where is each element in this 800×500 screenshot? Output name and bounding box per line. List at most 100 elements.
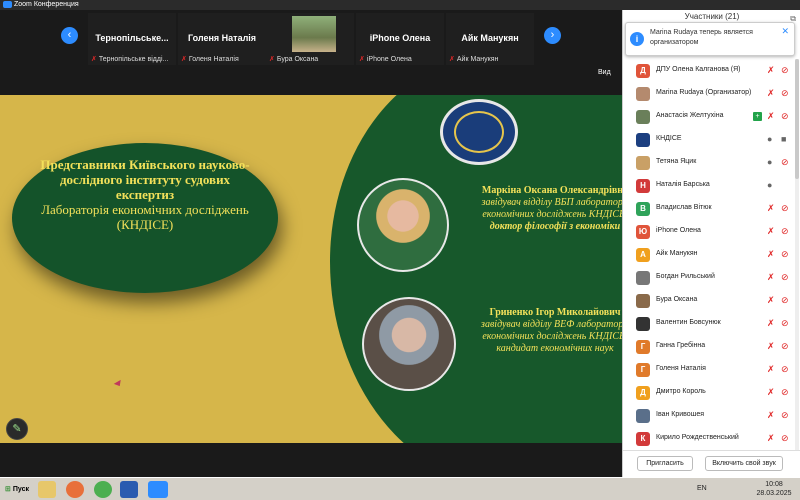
video-tile[interactable]: iPhone Олена ✗ iPhone Олена — [356, 13, 444, 65]
participant-row[interactable]: Г Ганна Гребінна ✗ ⊘ — [623, 335, 800, 358]
participant-row[interactable]: А Айк Манукян ✗ ⊘ — [623, 243, 800, 266]
zoom-app-icon[interactable] — [148, 481, 168, 498]
chrome-icon[interactable] — [94, 481, 112, 498]
participant-row[interactable]: К Кирило Рождественський ✗ ⊘ — [623, 427, 800, 450]
view-menu[interactable]: Вид — [598, 69, 611, 76]
avatar — [636, 110, 650, 124]
video-strip: ‹ Тернопільське... ✗ Тернопільське відді.… — [0, 10, 622, 68]
participant-row[interactable]: В Владислав Вітюк ✗ ⊘ — [623, 197, 800, 220]
participant-name: Наталія Барська — [656, 181, 710, 188]
camera-off-icon: ⊘ — [781, 410, 789, 420]
participant-row[interactable]: Іван Кривошея ✗ ⊘ — [623, 404, 800, 427]
participant-row[interactable]: Marina Rudaya (Организатор) ✗ ⊘ — [623, 82, 800, 105]
mic-muted-icon: ✗ — [767, 318, 775, 328]
speaker-photo — [362, 297, 456, 391]
camera-off-icon: ⊘ — [781, 295, 789, 305]
avatar — [636, 87, 650, 101]
raise-hand-badge: + — [753, 112, 762, 121]
participant-name: Дмитро Король — [656, 388, 706, 395]
tile-name: Айк Манукян — [461, 33, 519, 43]
emblem-ring — [454, 111, 504, 153]
avatar — [636, 409, 650, 423]
host-notification: i Marina Rudaya теперь является организа… — [625, 22, 795, 56]
word-icon[interactable] — [120, 481, 138, 498]
avatar: Ю — [636, 225, 650, 239]
window-titlebar: Zoom Конференция — [0, 0, 800, 10]
participant-row[interactable]: Анастасія Желтухіна + ✗ ⊘ — [623, 105, 800, 128]
avatar — [636, 133, 650, 147]
info-icon: i — [630, 32, 644, 46]
participant-name: Анастасія Желтухіна — [656, 112, 724, 119]
camera-off-icon: ⊘ — [781, 203, 789, 213]
tile-label: iPhone Олена — [366, 56, 412, 63]
next-page-button[interactable]: › — [544, 27, 561, 44]
participant-row[interactable]: Д Дмитро Король ✗ ⊘ — [623, 381, 800, 404]
camera-off-icon: ⊘ — [781, 88, 789, 98]
participant-name: Кирило Рождественський — [656, 434, 739, 441]
video-tile[interactable]: Айк Манукян ✗ Айк Манукян — [446, 13, 534, 65]
tile-name: iPhone Олена — [369, 33, 431, 43]
file-manager-icon[interactable] — [38, 481, 56, 498]
avatar: Г — [636, 363, 650, 377]
mic-muted-icon: ✗ — [767, 88, 775, 98]
taskbar: ⊞ Пуск EN 10:08 28.03.2025 — [0, 477, 800, 500]
close-icon[interactable]: ✕ — [781, 26, 789, 37]
video-tile[interactable]: Тернопільське... ✗ Тернопільське відді... — [88, 13, 176, 65]
tile-label: Тернопільське відді... — [98, 56, 169, 63]
participant-row[interactable]: Н Наталія Барська ● — [623, 174, 800, 197]
mic-icon: ● — [767, 180, 773, 190]
meeting-bottom-area — [0, 443, 622, 477]
avatar: К — [636, 432, 650, 446]
video-tile[interactable]: ✗ Бура Оксана — [266, 13, 354, 65]
video-tile[interactable]: Голеня Наталія ✗ Голеня Наталія — [178, 13, 266, 65]
tile-name: Голеня Наталія — [187, 33, 257, 43]
firefox-icon[interactable] — [66, 481, 84, 498]
participant-name: КНДІСЕ — [656, 135, 682, 142]
clock: 10:08 28.03.2025 — [756, 481, 792, 497]
scrollbar-thumb[interactable] — [795, 59, 799, 179]
mic-muted-icon: ✗ — [767, 111, 775, 121]
participant-row[interactable]: Г Голеня Наталія ✗ ⊘ — [623, 358, 800, 381]
unmute-self-button[interactable]: Включить свой звук — [705, 456, 783, 471]
start-button[interactable]: ⊞ Пуск — [2, 481, 32, 498]
participant-row[interactable]: Бура Оксана ✗ ⊘ — [623, 289, 800, 312]
avatar — [636, 317, 650, 331]
participant-name: Іван Кривошея — [656, 411, 705, 418]
participant-row[interactable]: Богдан Рильський ✗ ⊘ — [623, 266, 800, 289]
participant-video — [292, 16, 336, 52]
annotate-pen-icon[interactable]: ✎ — [6, 418, 28, 440]
mic-muted-icon: ✗ — [767, 249, 775, 259]
camera-off-icon: ⊘ — [781, 65, 789, 75]
participant-row[interactable]: Д ДПУ Олена Калганова (Я) ✗ ⊘ — [623, 59, 800, 82]
camera-off-icon: ⊘ — [781, 341, 789, 351]
prev-page-button[interactable]: ‹ — [61, 27, 78, 44]
mic-muted-icon: ✗ — [767, 341, 775, 351]
participant-name: Богдан Рильський — [656, 273, 715, 280]
camera-off-icon: ⊘ — [781, 318, 789, 328]
avatar: Д — [636, 64, 650, 78]
participant-row[interactable]: Тетяна Яцик ● ⊘ — [623, 151, 800, 174]
participant-row[interactable]: КНДІСЕ ● ■ — [623, 128, 800, 151]
avatar: Д — [636, 386, 650, 400]
windows-logo-icon: ⊞ — [5, 486, 11, 493]
avatar — [636, 294, 650, 308]
participant-name: Marina Rudaya (Организатор) — [656, 89, 752, 96]
camera-off-icon: ⊘ — [781, 387, 789, 397]
scrollbar[interactable] — [795, 59, 799, 454]
avatar: Г — [636, 340, 650, 354]
language-indicator[interactable]: EN — [697, 485, 707, 492]
camera-off-icon: ⊘ — [781, 364, 789, 374]
panel-footer: Пригласить Включить свой звук — [623, 450, 800, 477]
invite-button[interactable]: Пригласить — [637, 456, 693, 471]
participant-row[interactable]: Валентин Бовсунюк ✗ ⊘ — [623, 312, 800, 335]
speaker-info: Маркіна Оксана Олександрівна завідувач в… — [481, 185, 622, 232]
mic-muted-icon: ✗ — [767, 65, 775, 75]
mic-muted-icon: ✗ — [767, 295, 775, 305]
avatar: Н — [636, 179, 650, 193]
participant-row[interactable]: ЮiPhone Олена ✗ ⊘ — [623, 220, 800, 243]
avatar: А — [636, 248, 650, 262]
camera-off-icon: ⊘ — [781, 157, 789, 167]
camera-off-icon: ⊘ — [781, 249, 789, 259]
participant-name: iPhone Олена — [656, 227, 701, 234]
avatar — [636, 271, 650, 285]
